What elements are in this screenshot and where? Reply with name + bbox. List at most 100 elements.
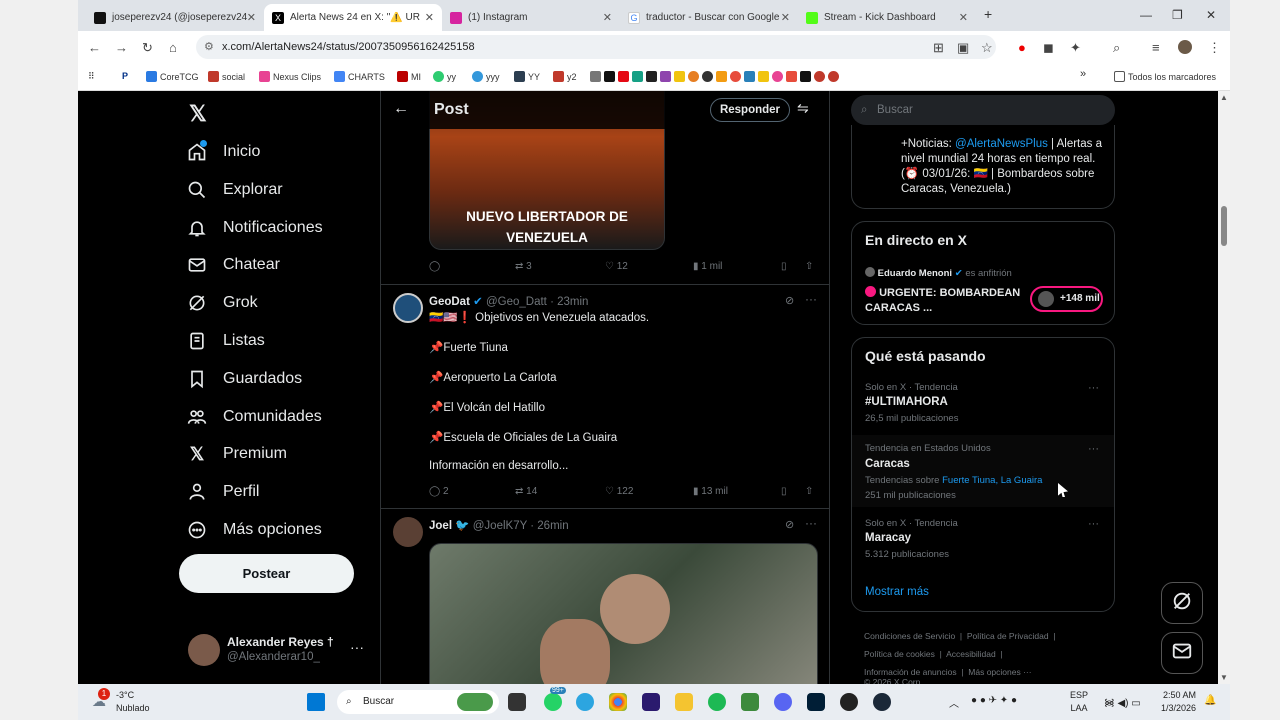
back-arrow-icon[interactable]: ← — [393, 100, 409, 118]
chrome-icon[interactable] — [609, 693, 627, 711]
app-icon[interactable] — [741, 693, 759, 711]
share-icon[interactable]: ⇧ — [805, 486, 813, 497]
url-field[interactable]: ⚙ x.com/AlertaNews24/status/200735095616… — [196, 35, 996, 59]
post-button[interactable]: Postear — [179, 554, 354, 593]
more-icon[interactable]: ··· — [1088, 443, 1099, 455]
weather-widget[interactable]: ☁ 1 — [92, 688, 112, 709]
messages-fab[interactable] — [1161, 632, 1203, 674]
nav-item-mas-opciones[interactable]: Más opciones — [187, 520, 322, 540]
grok-icon[interactable]: ⊘ — [785, 294, 794, 307]
whatsapp-icon[interactable] — [544, 693, 562, 711]
bookmark-YY[interactable]: YY — [514, 71, 540, 82]
like-icon[interactable]: ♡ 122 — [605, 486, 633, 497]
tweet-time[interactable]: · 26min — [530, 520, 568, 532]
nav-item-premium[interactable]: 𝕏 Premium — [187, 444, 287, 464]
premiere-icon[interactable] — [642, 693, 660, 711]
account-switcher[interactable]: Alexander Reyes † @Alexanderar10_ ··· — [188, 631, 373, 671]
trend-item[interactable]: Solo en X · Tendencia Maracay 5.312 publ… — [852, 512, 1114, 568]
more-bookmarks-icon[interactable]: » — [1080, 68, 1086, 80]
nav-item-explorar[interactable]: Explorar — [187, 180, 283, 200]
author-handle[interactable]: @Geo_Datt — [486, 296, 547, 308]
photoshop-icon[interactable] — [807, 693, 825, 711]
search-input[interactable]: ⌕ Buscar — [851, 95, 1115, 125]
bookmark-yyy[interactable]: yyy — [472, 71, 500, 82]
footer-link[interactable]: Política de Privacidad — [967, 631, 1049, 641]
folder-icon[interactable] — [675, 693, 693, 711]
bookmark-coretcg[interactable]: CoreTCG — [146, 71, 199, 82]
obs-icon[interactable] — [840, 693, 858, 711]
nav-item-inicio[interactable]: Inicio — [187, 140, 260, 162]
star-icon[interactable]: ☆ — [981, 40, 993, 56]
nav-item-perfil[interactable]: Perfil — [187, 482, 259, 502]
translate-icon[interactable]: ⊞ — [933, 40, 944, 56]
bookmark-icon[interactable]: ▯ — [781, 486, 787, 497]
footer-link[interactable]: Más opciones ··· — [968, 667, 1031, 677]
bookmark-paypal[interactable]: P — [122, 71, 128, 81]
tweet-video[interactable] — [429, 543, 818, 684]
live-listeners-button[interactable]: +148 mil — [1030, 286, 1103, 312]
close-icon[interactable]: ✕ — [959, 11, 968, 24]
bookmark-mi[interactable]: MI — [397, 71, 421, 82]
author-handle[interactable]: @JoelK7Y — [473, 520, 527, 532]
retweet-icon[interactable]: ⇄ 14 — [515, 486, 537, 497]
trend-item[interactable]: Tendencia en Estados Unidos Caracas Tend… — [852, 435, 1114, 507]
settings-sliders-icon[interactable]: ⇋ — [797, 100, 809, 117]
trend-related-link[interactable]: Fuerte Tiuna, La Guaira — [942, 475, 1042, 486]
media-icon[interactable]: ≡ — [1152, 40, 1160, 55]
tab-4[interactable]: G traductor - Buscar con Google ✕ — [620, 4, 798, 31]
avatar[interactable] — [393, 293, 423, 323]
bookmark-y2[interactable]: y2 — [553, 71, 577, 82]
bookmark-misc-icons[interactable] — [590, 71, 842, 82]
trend-item[interactable]: Solo en X · Tendencia #ULTIMAHORA 26,5 m… — [852, 376, 1114, 432]
x-logo-icon[interactable]: 𝕏 — [189, 101, 207, 127]
tab-1[interactable]: joseperezv24 (@joseperezv24 ✕ — [86, 4, 264, 31]
nav-item-chatear[interactable]: Chatear — [187, 255, 280, 275]
new-tab-button[interactable]: + — [984, 6, 992, 22]
avatar[interactable] — [393, 517, 423, 547]
live-space-title[interactable]: URGENTE: BOMBARDEAN CARACAS ... — [865, 286, 1025, 316]
footer-link[interactable]: Información de anuncios — [864, 667, 957, 677]
chevron-up-icon[interactable]: ︿ — [949, 695, 959, 710]
nav-item-comunidades[interactable]: Comunidades — [187, 407, 322, 427]
scrollbar-thumb[interactable] — [1221, 206, 1227, 246]
extension-icon[interactable]: ◼ — [1043, 40, 1054, 56]
reply-button[interactable]: Responder — [710, 98, 790, 122]
discord-icon[interactable] — [774, 693, 792, 711]
back-icon[interactable]: ← — [88, 40, 101, 55]
grok-icon[interactable]: ⊘ — [785, 518, 794, 531]
nav-item-guardados[interactable]: Guardados — [187, 369, 302, 389]
grok-fab[interactable] — [1161, 582, 1203, 624]
more-icon[interactable]: ··· — [805, 292, 817, 306]
bio-link[interactable]: @AlertaNewsPlus — [955, 138, 1048, 150]
close-icon[interactable]: ✕ — [247, 11, 256, 24]
footer-link[interactable]: Accesibilidad — [946, 649, 996, 659]
author-name[interactable]: GeoDat — [429, 296, 470, 308]
forward-icon[interactable]: → — [115, 40, 128, 55]
tweet-time[interactable]: · 23min — [550, 296, 588, 308]
bookmark-social[interactable]: social — [208, 71, 245, 82]
more-icon[interactable]: ··· — [805, 516, 817, 530]
bookmark-icon[interactable]: ▯ — [781, 261, 787, 272]
page-scrollbar[interactable]: ▲ ▼ — [1218, 91, 1230, 684]
close-icon[interactable]: ✕ — [603, 11, 612, 24]
close-icon[interactable]: ✕ — [781, 11, 790, 24]
nav-item-notificaciones[interactable]: Notificaciones — [187, 218, 323, 238]
nav-item-listas[interactable]: Listas — [187, 331, 265, 351]
nav-item-grok[interactable]: Grok — [187, 293, 258, 313]
all-bookmarks[interactable]: Todos los marcadores — [1114, 71, 1216, 82]
language-indicator[interactable]: ESP LAA — [1070, 690, 1088, 713]
task-view-icon[interactable] — [508, 693, 526, 711]
telegram-icon[interactable] — [576, 693, 594, 711]
home-icon[interactable]: ⌂ — [169, 40, 177, 55]
footer-link[interactable]: Política de cookies — [864, 649, 935, 659]
share-icon[interactable]: ⇧ — [805, 261, 813, 272]
reload-icon[interactable]: ↻ — [142, 40, 153, 56]
views-icon[interactable]: ▮ 1 mil — [693, 261, 722, 272]
views-icon[interactable]: ▮ 13 mil — [693, 486, 728, 497]
more-icon[interactable]: ··· — [1088, 518, 1099, 530]
bookmark-nexus[interactable]: Nexus Clips — [259, 71, 321, 82]
more-icon[interactable]: ··· — [1088, 382, 1099, 394]
tab-5[interactable]: Stream - Kick Dashboard ✕ — [798, 4, 976, 31]
bookmark-yy[interactable]: yy — [433, 71, 456, 82]
footer-link[interactable]: Condiciones de Servicio — [864, 631, 955, 641]
